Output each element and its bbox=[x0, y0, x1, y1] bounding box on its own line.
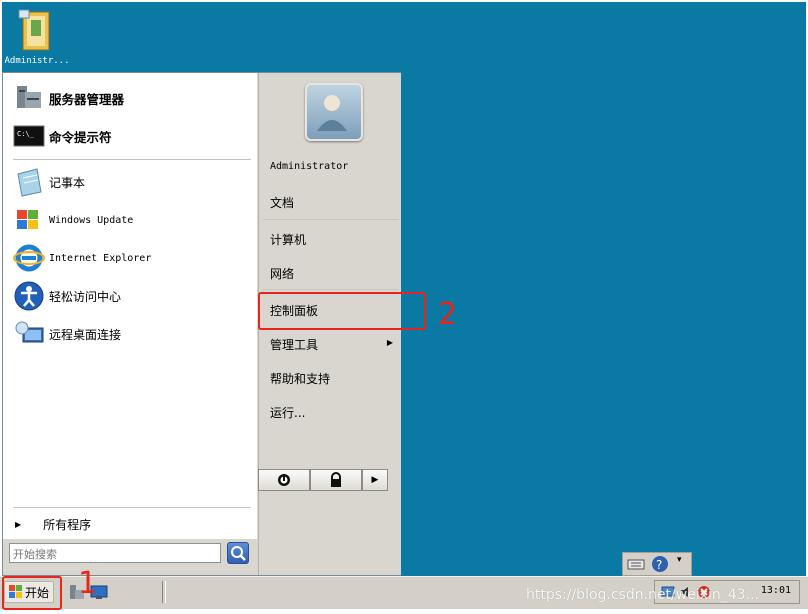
taskbar-separator bbox=[162, 581, 166, 603]
shutdown-button[interactable] bbox=[258, 469, 310, 491]
menu-item-ease-of-access[interactable]: 轻松访问中心 bbox=[13, 279, 251, 313]
menu-link-admin-tools[interactable]: 管理工具 bbox=[270, 336, 318, 353]
desktop-icon-administrator[interactable]: Administr... bbox=[4, 8, 70, 66]
menu-item-label: Windows Update bbox=[49, 214, 134, 226]
command-prompt-icon: C:\_ bbox=[13, 120, 45, 152]
menu-item-server-manager[interactable]: 服务器管理器 bbox=[13, 81, 251, 115]
watermark: https://blog.csdn.net/weixin_43... bbox=[526, 587, 759, 603]
highlight-box-start-button bbox=[2, 576, 62, 610]
all-programs-label: 所有程序 bbox=[43, 517, 92, 532]
menu-link-documents[interactable]: 文档 bbox=[270, 194, 294, 211]
search-button[interactable] bbox=[227, 542, 249, 564]
svg-text:C:\_: C:\_ bbox=[17, 130, 35, 138]
all-programs-button[interactable]: ▶ 所有程序 bbox=[11, 513, 251, 535]
menu-item-windows-update[interactable]: Windows Update bbox=[13, 203, 251, 237]
lock-icon bbox=[331, 472, 341, 487]
menu-item-label: 记事本 bbox=[49, 175, 86, 190]
menu-item-label: Internet Explorer bbox=[49, 252, 152, 264]
language-bar-options-icon[interactable]: ▾ bbox=[677, 555, 682, 565]
triangle-right-icon: ▶ bbox=[15, 519, 22, 529]
menu-item-notepad[interactable]: 记事本 bbox=[13, 165, 251, 199]
highlight-box-control-panel bbox=[258, 292, 426, 330]
menu-item-label: 远程桌面连接 bbox=[49, 327, 122, 342]
separator bbox=[263, 219, 399, 220]
menu-item-command-prompt[interactable]: C:\_ 命令提示符 bbox=[13, 119, 251, 153]
remote-desktop-icon bbox=[13, 318, 45, 350]
menu-item-internet-explorer[interactable]: Internet Explorer bbox=[13, 241, 251, 275]
keyboard-icon[interactable] bbox=[627, 556, 645, 575]
menu-link-computer[interactable]: 计算机 bbox=[270, 231, 306, 248]
separator bbox=[13, 507, 251, 508]
power-options-button[interactable]: ▶ bbox=[362, 469, 388, 491]
language-bar: ? ▾ bbox=[622, 552, 692, 576]
user-avatar[interactable] bbox=[305, 83, 363, 141]
internet-explorer-icon bbox=[13, 242, 45, 274]
help-icon[interactable]: ? bbox=[651, 555, 669, 576]
power-icon bbox=[278, 474, 290, 486]
menu-item-label: 服务器管理器 bbox=[49, 91, 125, 107]
menu-link-run[interactable]: 运行... bbox=[270, 404, 305, 421]
svg-text:?: ? bbox=[656, 558, 662, 572]
menu-item-remote-desktop[interactable]: 远程桌面连接 bbox=[13, 317, 251, 351]
notepad-icon bbox=[13, 166, 45, 198]
annotation-number-1: 1 bbox=[78, 566, 98, 601]
windows-update-icon bbox=[13, 204, 45, 236]
ease-of-access-icon bbox=[13, 280, 45, 312]
menu-link-network[interactable]: 网络 bbox=[270, 265, 294, 282]
menu-link-user[interactable]: Administrator bbox=[270, 161, 348, 172]
search-icon bbox=[231, 546, 246, 561]
menu-item-label: 命令提示符 bbox=[49, 129, 112, 145]
search-row: 开始搜索 bbox=[3, 539, 257, 575]
power-buttons: ▶ bbox=[258, 469, 388, 493]
clock[interactable]: 13:01 bbox=[761, 585, 791, 596]
desktop-icon-label: Administr... bbox=[4, 56, 70, 66]
lock-button[interactable] bbox=[310, 469, 362, 491]
annotation-number-2: 2 bbox=[438, 297, 458, 332]
server-manager-icon bbox=[13, 82, 45, 114]
search-input[interactable]: 开始搜索 bbox=[9, 543, 221, 563]
menu-item-label: 轻松访问中心 bbox=[49, 289, 122, 304]
separator bbox=[13, 159, 251, 160]
triangle-right-icon: ▶ bbox=[386, 338, 393, 347]
user-icon bbox=[317, 95, 347, 131]
menu-link-help[interactable]: 帮助和支持 bbox=[270, 370, 330, 387]
arrow-right-icon: ▶ bbox=[371, 475, 379, 485]
folder-user-icon bbox=[17, 8, 57, 54]
start-menu-left-pane: 服务器管理器 C:\_ 命令提示符 记事本 Windows Update Int… bbox=[3, 73, 257, 575]
separator bbox=[263, 289, 399, 290]
